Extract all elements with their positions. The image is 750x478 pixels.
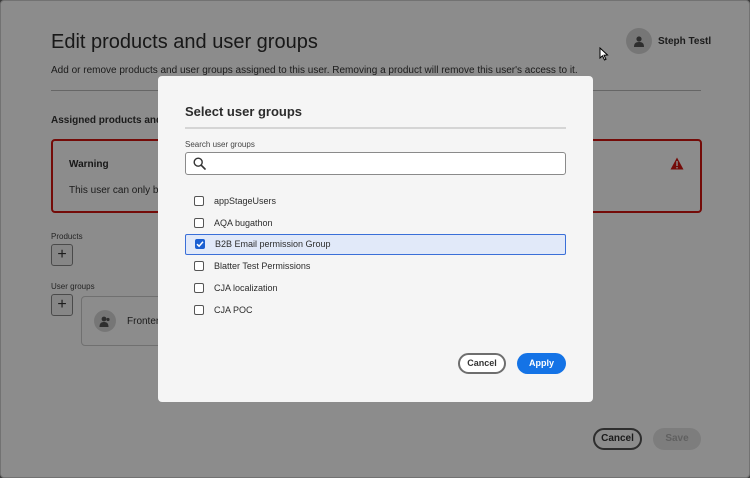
dialog-title: Select user groups [185, 104, 303, 119]
group-label: Blatter Test Permissions [214, 261, 311, 272]
list-item[interactable]: CJA localization [185, 277, 566, 299]
group-checkbox[interactable] [194, 283, 204, 294]
search-field[interactable] [185, 152, 566, 175]
group-checkbox[interactable] [194, 261, 204, 272]
mouse-cursor-icon [599, 46, 609, 66]
list-item[interactable]: Blatter Test Permissions [185, 255, 566, 277]
search-label: Search user groups [185, 140, 255, 149]
checkmark-icon [196, 241, 204, 248]
list-item[interactable]: AQA bugathon [185, 212, 566, 234]
group-label: CJA localization [214, 283, 278, 294]
search-input[interactable] [210, 155, 560, 172]
list-item[interactable]: CJA POC [185, 299, 566, 321]
list-item[interactable]: B2B Email permission Group [185, 233, 566, 256]
group-label: B2B Email permission Group [215, 239, 331, 250]
dialog-divider [185, 127, 566, 129]
group-label: AQA bugathon [214, 217, 273, 228]
group-checkbox[interactable] [194, 304, 204, 315]
list-item[interactable]: appStageUsers [185, 190, 566, 212]
dialog-cancel-button[interactable]: Cancel [458, 353, 506, 374]
select-user-groups-dialog: Select user groups Search user groups ap… [158, 76, 593, 402]
search-icon [193, 157, 206, 175]
user-group-list: appStageUsers AQA bugathon B2B Email per… [185, 190, 566, 321]
apply-button[interactable]: Apply [517, 353, 566, 374]
group-checkbox[interactable] [194, 195, 204, 206]
group-checkbox[interactable] [194, 217, 204, 228]
group-label: appStageUsers [214, 195, 277, 206]
group-label: CJA POC [214, 304, 253, 315]
group-checkbox[interactable] [195, 239, 205, 250]
